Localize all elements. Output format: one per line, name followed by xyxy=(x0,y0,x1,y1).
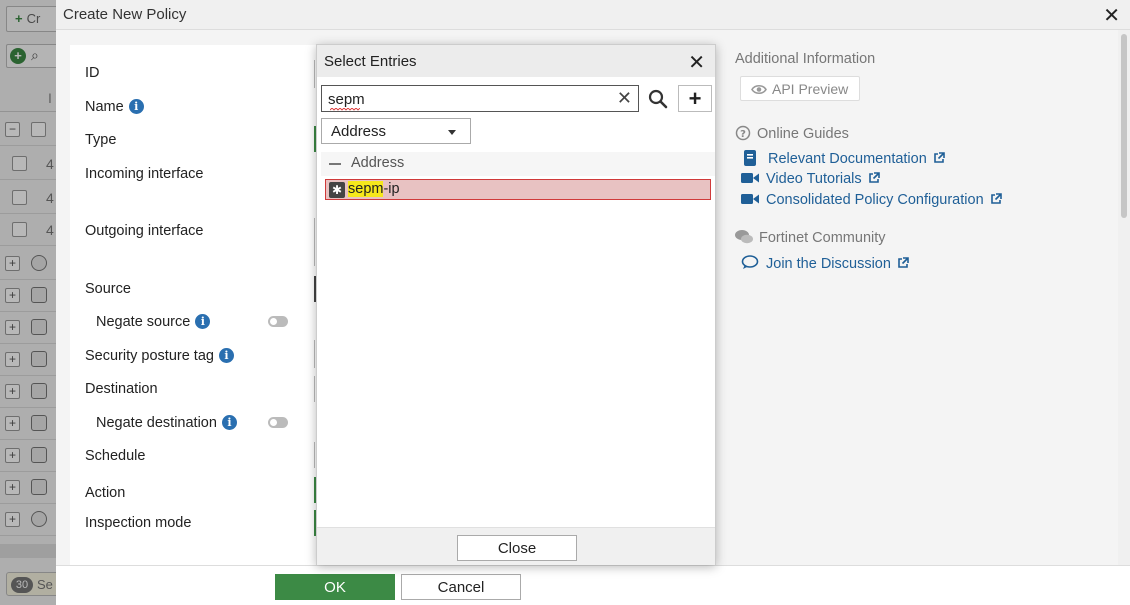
community-text: Fortinet Community xyxy=(759,230,886,246)
videos-link-text[interactable]: Video Tutorials xyxy=(766,171,862,187)
dialog-footer: OK Cancel xyxy=(56,565,1130,605)
consolidated-link-text[interactable]: Consolidated Policy Configuration xyxy=(766,192,984,208)
negate-destination-label: Negate destination i xyxy=(96,415,237,431)
entries-search-box[interactable]: ✕ xyxy=(321,85,639,112)
dialog-title: Create New Policy xyxy=(63,6,187,23)
select-entries-title: Select Entries xyxy=(324,53,417,70)
consolidated-policy-link[interactable]: Consolidated Policy Configuration xyxy=(740,192,1002,208)
collapse-icon[interactable] xyxy=(329,163,341,165)
outgoing-interface-label: Outgoing interface xyxy=(85,223,204,239)
relevant-documentation-link[interactable]: Relevant Documentation xyxy=(740,150,945,167)
online-guides-heading: ? Online Guides xyxy=(735,125,849,142)
info-icon[interactable]: i xyxy=(128,99,144,114)
select-entries-header: Select Entries ✕ xyxy=(317,45,715,77)
negate-source-toggle[interactable] xyxy=(268,316,288,327)
scrollbar-thumb[interactable] xyxy=(1121,34,1127,218)
negate-destination-toggle[interactable] xyxy=(268,417,288,428)
action-label: Action xyxy=(85,485,126,501)
add-entry-button[interactable]: + xyxy=(678,85,712,112)
search-icon xyxy=(648,89,668,109)
negate-source-text: Negate source xyxy=(96,314,191,330)
entry-name-rest: -ip xyxy=(383,181,400,197)
external-link-icon xyxy=(868,172,880,183)
name-label-text: Name xyxy=(85,99,124,115)
policy-form: ID Name i Type Incoming interface Outgoin… xyxy=(70,45,320,565)
external-link-icon xyxy=(990,193,1002,204)
additional-info-heading: Additional Information xyxy=(735,51,876,67)
close-icon[interactable]: ✕ xyxy=(688,50,705,75)
spellcheck-underline xyxy=(330,108,360,111)
info-icon[interactable]: i xyxy=(218,348,234,363)
join-discussion-link[interactable]: Join the Discussion xyxy=(740,255,909,272)
close-button[interactable]: Close xyxy=(457,535,577,561)
svg-text:?: ? xyxy=(740,129,746,140)
chat-bubbles-icon xyxy=(735,230,753,244)
video-tutorials-link[interactable]: Video Tutorials xyxy=(740,171,880,187)
caret-down-icon xyxy=(448,130,456,135)
ok-button[interactable]: OK xyxy=(275,574,395,600)
info-icon[interactable]: i xyxy=(221,415,237,430)
id-label: ID xyxy=(85,65,100,81)
video-camera-icon xyxy=(741,194,759,204)
posture-label-text: Security posture tag xyxy=(85,348,214,364)
address-group-label: Address xyxy=(351,155,405,171)
name-label: Name i xyxy=(85,99,144,115)
close-icon[interactable]: ✕ xyxy=(1103,3,1120,28)
security-posture-tag-label: Security posture tag i xyxy=(85,348,234,364)
discussion-link-text[interactable]: Join the Discussion xyxy=(766,256,891,272)
search-match-highlight: sepm xyxy=(348,181,384,197)
docs-link-text[interactable]: Relevant Documentation xyxy=(768,151,927,167)
dialog-scrollbar[interactable] xyxy=(1118,30,1130,565)
address-group-header[interactable]: Address xyxy=(321,152,715,176)
book-icon xyxy=(744,150,756,166)
external-link-icon xyxy=(898,257,909,268)
negate-destination-text: Negate destination xyxy=(96,415,217,431)
online-guides-text: Online Guides xyxy=(757,126,849,142)
entry-type-select[interactable]: Address xyxy=(321,118,471,144)
chat-bubble-icon xyxy=(741,255,759,269)
api-preview-label: API Preview xyxy=(772,81,849,97)
eye-icon xyxy=(751,84,767,95)
entry-name: sepm-ip xyxy=(348,181,400,197)
schedule-label: Schedule xyxy=(85,448,146,464)
destination-label: Destination xyxy=(85,381,158,397)
incoming-interface-label: Incoming interface xyxy=(85,166,204,182)
dialog-header: Create New Policy ✕ xyxy=(56,0,1130,30)
entry-type-value: Address xyxy=(331,123,387,140)
select-entries-panel: Select Entries ✕ ✕ + Address Address ✱ s… xyxy=(316,44,716,565)
api-preview-button[interactable]: API Preview xyxy=(740,76,860,101)
entries-search-input[interactable] xyxy=(328,89,608,109)
entry-sepm-ip[interactable]: ✱ sepm-ip xyxy=(325,179,711,200)
negate-source-label: Negate source i xyxy=(96,314,211,330)
video-camera-icon xyxy=(741,173,759,183)
source-label: Source xyxy=(85,281,131,297)
fortinet-community-heading: Fortinet Community xyxy=(735,230,886,246)
select-entries-footer: Close xyxy=(317,527,715,565)
address-object-icon: ✱ xyxy=(329,182,345,198)
search-button[interactable] xyxy=(644,85,672,112)
cancel-button[interactable]: Cancel xyxy=(401,574,521,600)
inspection-mode-label: Inspection mode xyxy=(85,515,192,531)
type-label: Type xyxy=(85,132,117,148)
info-icon[interactable]: i xyxy=(195,314,211,329)
clear-icon[interactable]: ✕ xyxy=(617,88,632,109)
modal-backdrop xyxy=(0,0,56,605)
external-link-icon xyxy=(933,152,945,163)
question-circle-icon: ? xyxy=(735,125,751,141)
